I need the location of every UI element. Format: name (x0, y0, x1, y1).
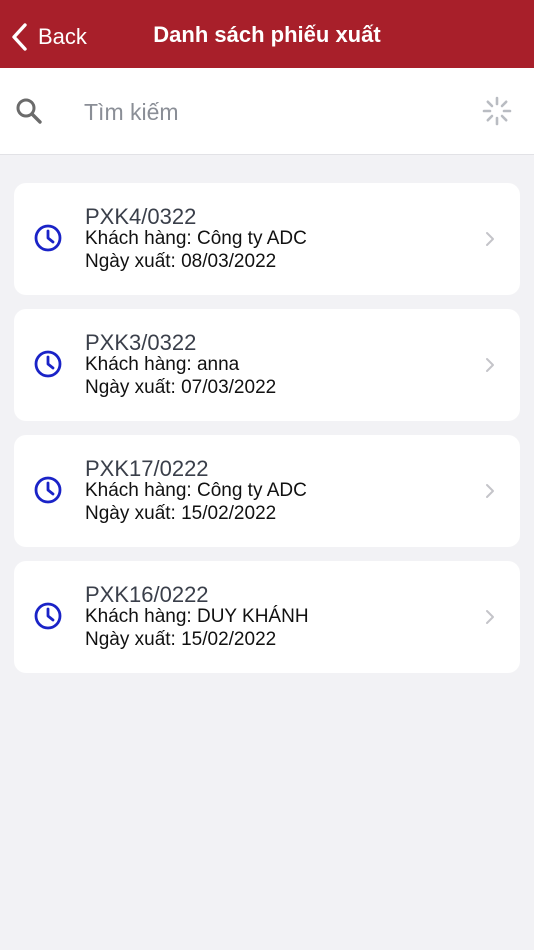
page-title: Danh sách phiếu xuất (153, 22, 381, 47)
clock-icon (34, 602, 62, 630)
spinner-icon (482, 96, 512, 126)
search-icon[interactable] (14, 96, 44, 126)
clock-icon (34, 350, 62, 378)
item-date: Ngày xuất: 07/03/2022 (85, 377, 277, 398)
list-item[interactable]: PXK17/0222 Khách hàng: Công ty ADC Ngày … (14, 435, 520, 547)
search-input[interactable] (84, 92, 464, 132)
list-item[interactable]: PXK4/0322 Khách hàng: Công ty ADC Ngày x… (14, 183, 520, 295)
item-code: PXK16/0222 (85, 582, 209, 607)
item-date: Ngày xuất: 08/03/2022 (85, 251, 277, 272)
list-item[interactable]: PXK16/0222 Khách hàng: DUY KHÁNH Ngày xu… (14, 561, 520, 673)
item-customer: Khách hàng: anna (85, 354, 240, 375)
chevron-right-icon (486, 358, 494, 372)
export-list: PXK4/0322 Khách hàng: Công ty ADC Ngày x… (14, 183, 520, 687)
item-code: PXK17/0222 (85, 456, 209, 481)
item-date: Ngày xuất: 15/02/2022 (85, 503, 277, 524)
item-code: PXK4/0322 (85, 204, 197, 229)
item-customer: Khách hàng: Công ty ADC (85, 228, 307, 249)
navigation-bar: Back Danh sách phiếu xuất (0, 0, 534, 68)
search-bar (0, 68, 534, 155)
item-date: Ngày xuất: 15/02/2022 (85, 629, 277, 650)
chevron-right-icon (486, 610, 494, 624)
clock-icon (34, 476, 62, 504)
item-customer: Khách hàng: DUY KHÁNH (85, 606, 309, 627)
clock-icon (34, 224, 62, 252)
chevron-right-icon (486, 232, 494, 246)
item-code: PXK3/0322 (85, 330, 197, 355)
list-item[interactable]: PXK3/0322 Khách hàng: anna Ngày xuất: 07… (14, 309, 520, 421)
item-customer: Khách hàng: Công ty ADC (85, 480, 307, 501)
chevron-right-icon (486, 484, 494, 498)
